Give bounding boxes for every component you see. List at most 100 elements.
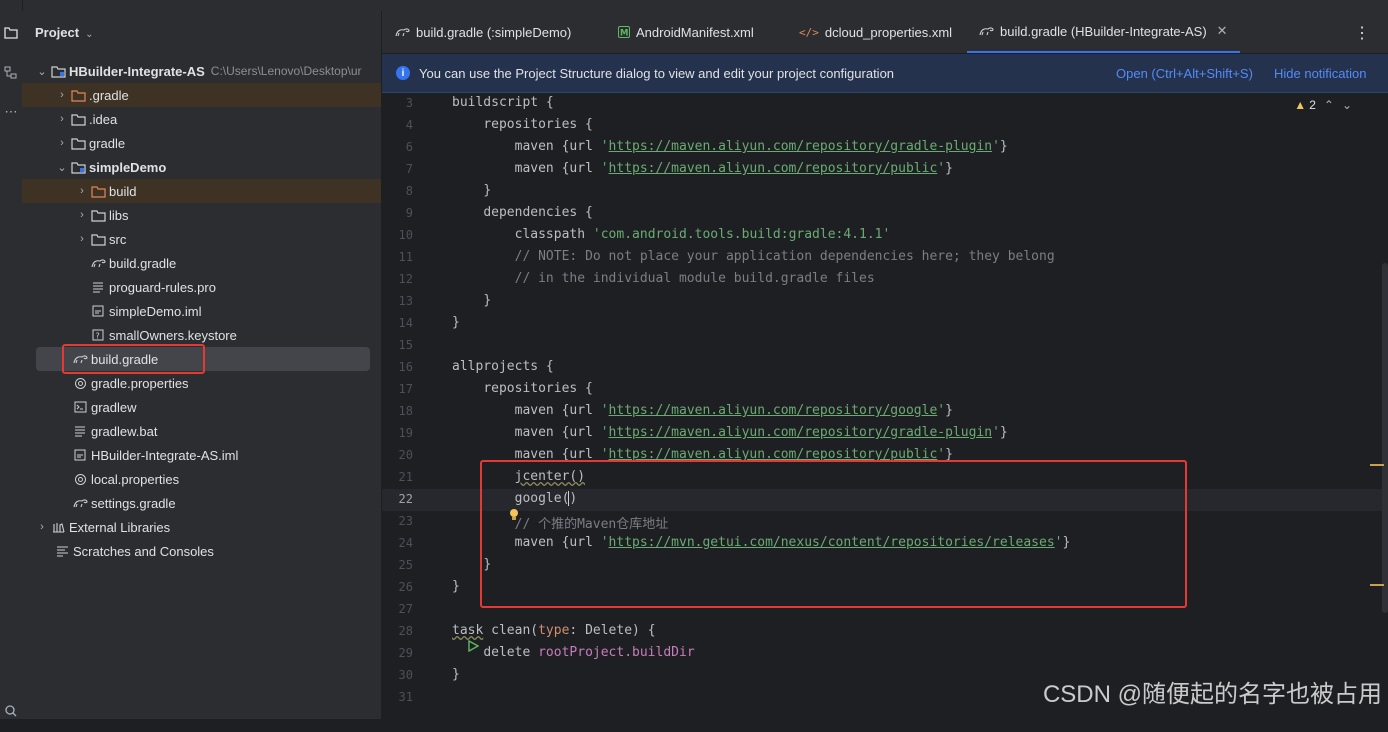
chevron-right-icon[interactable]: › bbox=[54, 113, 70, 125]
project-tool-icon[interactable] bbox=[0, 22, 22, 44]
code-token: maven {url bbox=[514, 161, 601, 176]
line-number: 23 bbox=[398, 514, 413, 528]
code-token: allprojects { bbox=[452, 359, 554, 374]
tree-item-dot-gradle[interactable]: › .gradle bbox=[22, 83, 381, 107]
tree-item-gradlew-bat[interactable]: gradlew.bat bbox=[22, 419, 381, 443]
structure-tool-icon[interactable] bbox=[0, 62, 22, 84]
code-token: delete bbox=[483, 645, 539, 660]
folder-icon bbox=[90, 232, 106, 246]
warning-marker[interactable] bbox=[1370, 464, 1384, 466]
tree-item-root[interactable]: ⌄ HBuilder-Integrate-AS C:\Users\Lenovo\… bbox=[22, 59, 381, 83]
project-view-selector[interactable]: Project ⌄ bbox=[35, 25, 93, 40]
editor-scrollbar[interactable] bbox=[1382, 263, 1388, 613]
chevron-down-icon[interactable]: ⌄ bbox=[54, 161, 70, 174]
code-token: } bbox=[945, 161, 953, 176]
tree-item-settings-gradle[interactable]: settings.gradle bbox=[22, 491, 381, 515]
code-line: 10 classpath 'com.android.tools.build:gr… bbox=[382, 225, 1388, 247]
tab-android-manifest[interactable]: M AndroidManifest.xml bbox=[618, 11, 754, 53]
tree-item-gradle-folder[interactable]: › gradle bbox=[22, 131, 381, 155]
code-line: 3 buildscript { bbox=[382, 93, 1388, 115]
line-number: 28 bbox=[398, 624, 413, 638]
hide-notification-link[interactable]: Hide notification bbox=[1274, 66, 1367, 81]
tree-item-project-iml[interactable]: HBuilder-Integrate-AS.iml bbox=[22, 443, 381, 467]
notification-banner: i You can use the Project Structure dial… bbox=[382, 54, 1388, 93]
code-line: 9 dependencies { bbox=[382, 203, 1388, 225]
code-line: 6 maven {url 'https://maven.aliyun.com/r… bbox=[382, 137, 1388, 159]
url-link[interactable]: https://maven.aliyun.com/repository/grad… bbox=[609, 139, 993, 154]
chevron-right-icon[interactable]: › bbox=[54, 137, 70, 149]
code-line: 4 repositories { bbox=[382, 115, 1388, 137]
line-number: 12 bbox=[398, 272, 413, 286]
svg-text:?: ? bbox=[96, 332, 100, 341]
tree-item-label: build bbox=[109, 183, 137, 199]
unknown-file-icon: ? bbox=[90, 328, 106, 342]
code-token: } bbox=[999, 139, 1008, 154]
xml-icon: </> bbox=[799, 25, 819, 39]
gradle-icon bbox=[979, 25, 994, 37]
code-line: 15 bbox=[382, 335, 1388, 357]
line-number: 29 bbox=[398, 646, 413, 660]
code-token: repositories { bbox=[483, 117, 593, 132]
highlight-box-code bbox=[480, 460, 1187, 608]
tree-item-label: gradlew bbox=[91, 399, 137, 415]
line-number: 24 bbox=[398, 536, 413, 550]
more-tools-icon[interactable]: ⋯ bbox=[0, 101, 22, 123]
code-token: } bbox=[483, 293, 492, 308]
line-number: 25 bbox=[398, 558, 413, 572]
iml-file-icon bbox=[72, 448, 88, 462]
tab-actions-icon[interactable]: ⋮ bbox=[1354, 23, 1370, 43]
tree-item-label: local.properties bbox=[91, 471, 180, 487]
code-comment: // NOTE: Do not place your application d… bbox=[514, 249, 1055, 264]
tree-item-build-folder[interactable]: › build bbox=[22, 179, 381, 203]
tree-item-external-libraries[interactable]: › External Libraries bbox=[22, 515, 381, 539]
folder-icon bbox=[90, 208, 106, 222]
warning-marker[interactable] bbox=[1370, 584, 1384, 586]
chevron-right-icon[interactable]: › bbox=[74, 185, 90, 197]
code-editor[interactable]: ▲ 2 ⌃ ⌄ 3 buildscript { 4 repositories {… bbox=[382, 93, 1388, 719]
tree-item-src[interactable]: › src bbox=[22, 227, 381, 251]
tree-item-label: simpleDemo bbox=[89, 159, 167, 175]
code-line: 13 } bbox=[382, 291, 1388, 313]
gradle-icon bbox=[395, 26, 410, 38]
chevron-right-icon[interactable]: › bbox=[34, 521, 50, 533]
tree-item-module-build-gradle[interactable]: build.gradle bbox=[22, 251, 381, 275]
chevron-right-icon[interactable]: › bbox=[74, 233, 90, 245]
line-number: 15 bbox=[398, 338, 413, 352]
code-token: clean( bbox=[483, 623, 539, 638]
url-link[interactable]: https://maven.aliyun.com/repository/goog… bbox=[609, 403, 938, 418]
code-line: 18 maven {url 'https://maven.aliyun.com/… bbox=[382, 401, 1388, 423]
tree-item-proguard[interactable]: proguard-rules.pro bbox=[22, 275, 381, 299]
code-token: } bbox=[452, 667, 460, 682]
url-link[interactable]: https://maven.aliyun.com/repository/grad… bbox=[609, 425, 993, 440]
code-line: 8 } bbox=[382, 181, 1388, 203]
code-token: dependencies { bbox=[483, 205, 593, 220]
line-number: 18 bbox=[398, 404, 413, 418]
tree-item-gradlew[interactable]: gradlew bbox=[22, 395, 381, 419]
module-folder-icon bbox=[50, 64, 66, 78]
chevron-right-icon[interactable]: › bbox=[54, 89, 70, 101]
tree-item-local-properties[interactable]: local.properties bbox=[22, 467, 381, 491]
open-project-structure-link[interactable]: Open (Ctrl+Alt+Shift+S) bbox=[1116, 66, 1253, 81]
tree-item-scratches[interactable]: Scratches and Consoles bbox=[22, 539, 381, 563]
code-line: 28 task clean(type: Delete) { bbox=[382, 621, 1388, 653]
tree-item-idea[interactable]: › .idea bbox=[22, 107, 381, 131]
code-token: maven {url bbox=[514, 139, 601, 154]
project-path: C:\Users\Lenovo\Desktop\ur bbox=[210, 64, 362, 78]
project-panel-title: Project bbox=[35, 25, 80, 40]
tab-root-build-gradle[interactable]: build.gradle (HBuilder-Integrate-AS) ✕ bbox=[967, 11, 1240, 53]
line-number: 30 bbox=[398, 668, 413, 682]
tree-item-libs[interactable]: › libs bbox=[22, 203, 381, 227]
close-icon[interactable]: ✕ bbox=[1217, 23, 1228, 39]
settings-file-icon bbox=[72, 472, 88, 486]
code-token: rootProject.buildDir bbox=[538, 645, 695, 660]
code-token: task bbox=[452, 623, 484, 638]
tree-item-gradle-properties[interactable]: gradle.properties bbox=[22, 371, 381, 395]
url-link[interactable]: https://maven.aliyun.com/repository/publ… bbox=[609, 161, 938, 176]
tree-item-simpledemo[interactable]: ⌄ simpleDemo bbox=[22, 155, 381, 179]
tree-item-simpledemo-iml[interactable]: simpleDemo.iml bbox=[22, 299, 381, 323]
chevron-down-icon[interactable]: ⌄ bbox=[34, 65, 50, 78]
line-number: 19 bbox=[398, 426, 413, 440]
tab-simpledemo-build-gradle[interactable]: build.gradle (:simpleDemo) bbox=[395, 11, 571, 53]
chevron-right-icon[interactable]: › bbox=[74, 209, 90, 221]
tab-dcloud-properties[interactable]: </> dcloud_properties.xml bbox=[799, 11, 952, 53]
